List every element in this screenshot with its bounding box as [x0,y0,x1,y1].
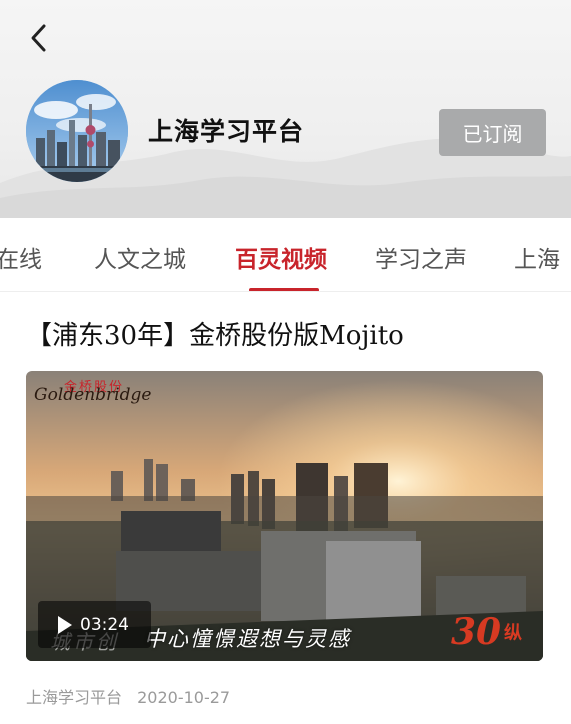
anniversary-badge: 30 [451,611,502,653]
tab-humanities-city[interactable]: 人文之城 [94,240,186,274]
video-duration-badge: 03:24 [38,601,151,648]
chevron-left-icon [31,24,46,52]
channel-name: 上海学习平台 [148,117,305,146]
article-title[interactable]: 【浦东30年】金桥股份版Mojito [26,315,404,352]
video-thumbnail[interactable]: 金桥股份 Goldenbridge 城市创 中心憧憬遐想与灵感 03:24 30… [26,371,543,661]
subscribe-button[interactable]: 已订阅 [439,109,546,156]
channel-tabs: 在线 人文之城 百灵视频 学习之声 上海 [0,218,571,292]
tab-shanghai[interactable]: 上海 [514,240,560,274]
duration-text: 03:24 [80,614,129,635]
channel-header: 上海学习平台 已订阅 [0,0,571,218]
article-meta: 上海学习平台 2020-10-27 [26,684,230,708]
play-icon [58,615,72,634]
article-source: 上海学习平台 [26,688,123,707]
anniversary-badge-suffix: 纵 [504,623,522,644]
avatar [26,80,128,182]
tab-learning-voice[interactable]: 学习之声 [375,240,467,274]
article-date: 2020-10-27 [137,688,231,707]
active-tab-indicator [249,288,319,291]
video-subtitle: 中心憧憬遐想与灵感 [144,627,351,651]
brand-logo-en: Goldenbridge [34,385,152,405]
city-skyline-image [26,80,128,182]
tab-bailing-video[interactable]: 百灵视频 [235,240,327,274]
tab-online[interactable]: 在线 [0,240,42,274]
back-button[interactable] [22,22,54,54]
